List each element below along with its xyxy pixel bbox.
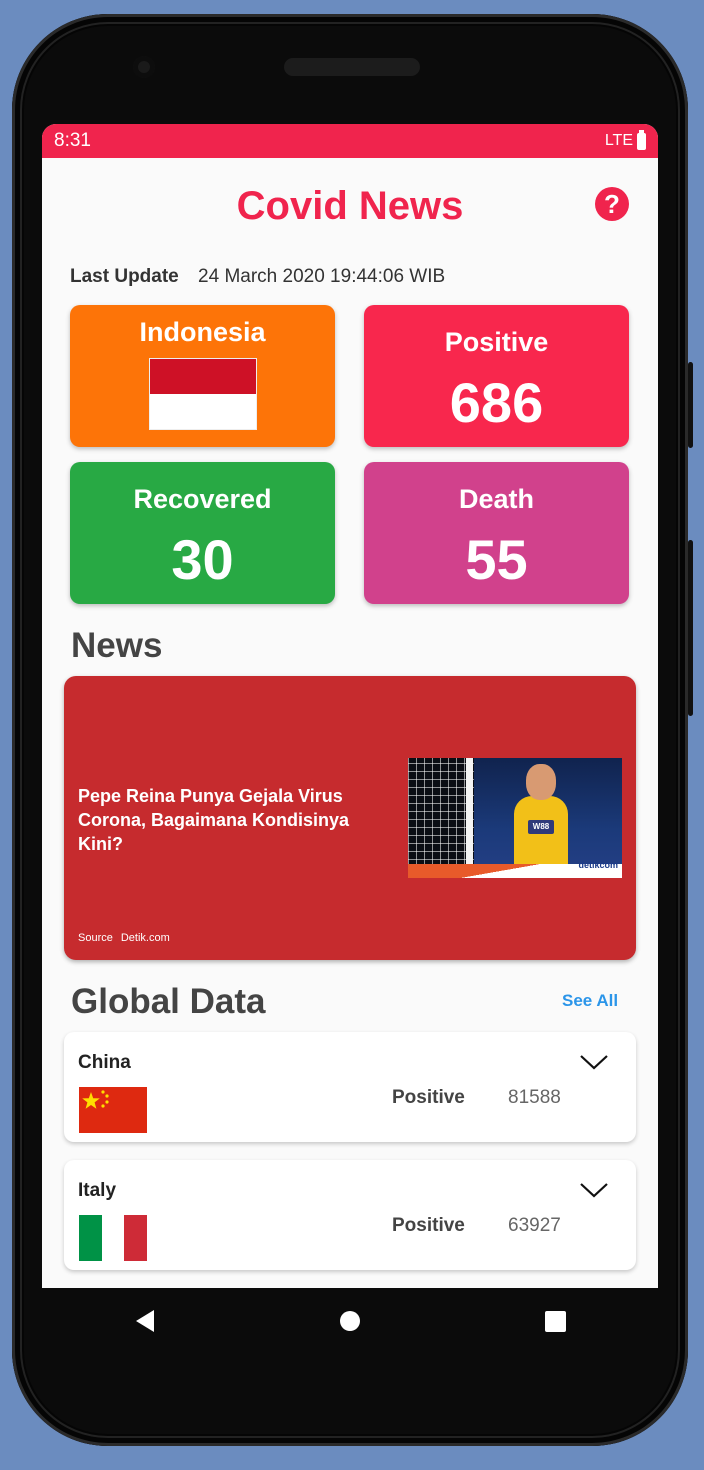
indonesia-flag xyxy=(148,358,257,430)
recovered-card: Recovered 30 xyxy=(70,462,335,604)
recents-icon xyxy=(544,1310,566,1332)
help-button[interactable]: ? xyxy=(595,187,629,221)
status-bar: 8:31 LTE xyxy=(42,124,658,158)
question-circle-icon: ? xyxy=(604,188,620,219)
back-icon xyxy=(135,1310,154,1332)
player-head xyxy=(526,764,556,800)
system-nav-bar xyxy=(42,1288,658,1354)
positive-label: Positive xyxy=(444,327,549,357)
battery-icon xyxy=(637,129,646,150)
news-section-title: News xyxy=(71,626,163,665)
country-label: Indonesia xyxy=(139,317,266,347)
positive-label: Positive xyxy=(392,1215,465,1236)
global-section-title: Global Data xyxy=(71,982,266,1021)
country-card[interactable]: Indonesia xyxy=(70,305,335,447)
country-name: Italy xyxy=(78,1180,117,1201)
home-icon xyxy=(339,1311,360,1331)
recovered-label: Recovered xyxy=(133,484,272,514)
app-screen: 8:31 LTE Covid News ? Last Update 24 Mar… xyxy=(42,124,658,1288)
news-source-label: Source xyxy=(78,932,113,944)
recovered-value: 30 xyxy=(171,528,234,591)
list-item[interactable]: Italy Positive 63927 xyxy=(64,1160,636,1270)
positive-count: 81588 xyxy=(508,1087,561,1108)
list-item[interactable]: China Positive 81588 xyxy=(64,1032,636,1142)
jersey-sponsor: W88 xyxy=(528,820,554,834)
back-button[interactable] xyxy=(115,1291,175,1351)
country-name: China xyxy=(78,1052,131,1073)
death-label: Death xyxy=(458,484,534,514)
chevron-down-icon[interactable] xyxy=(578,1046,610,1078)
home-button[interactable] xyxy=(320,1291,380,1351)
last-update: Last Update 24 March 2020 19:44:06 WIB xyxy=(70,266,445,288)
news-thumbnail: W88 detikcom xyxy=(408,758,622,878)
see-all-link[interactable]: See All xyxy=(562,991,618,1011)
china-flag xyxy=(79,1087,147,1133)
page-title: Covid News xyxy=(236,184,464,228)
recents-button[interactable] xyxy=(525,1291,585,1351)
news-source: Source Detik.com xyxy=(78,932,170,944)
news-headline: Pepe Reina Punya Gejala Virus Corona, Ba… xyxy=(78,786,350,854)
positive-card: Positive 686 xyxy=(364,305,629,447)
power-button xyxy=(688,540,693,716)
chevron-down-icon[interactable] xyxy=(578,1174,610,1206)
death-card: Death 55 xyxy=(364,462,629,604)
news-source-name: Detik.com xyxy=(120,932,170,944)
detik-logo: detikcom xyxy=(578,860,618,870)
positive-label: Positive xyxy=(392,1087,465,1108)
network-type: LTE xyxy=(604,132,633,149)
italy-flag xyxy=(79,1215,147,1261)
news-card[interactable]: Pepe Reina Punya Gejala Virus Corona, Ba… xyxy=(64,676,636,960)
volume-button xyxy=(688,362,693,448)
positive-value: 686 xyxy=(449,371,544,434)
earpiece-speaker xyxy=(284,58,420,76)
positive-count: 63927 xyxy=(508,1215,561,1236)
goal-post xyxy=(466,758,473,870)
last-update-label: Last Update xyxy=(70,266,179,287)
death-value: 55 xyxy=(465,528,528,591)
status-indicators: LTE xyxy=(604,129,646,150)
last-update-value: 24 March 2020 19:44:06 WIB xyxy=(198,266,446,287)
app-header: Covid News ? xyxy=(42,158,658,250)
status-time: 8:31 xyxy=(54,130,91,151)
goal-net xyxy=(408,758,474,868)
front-camera xyxy=(133,56,155,78)
